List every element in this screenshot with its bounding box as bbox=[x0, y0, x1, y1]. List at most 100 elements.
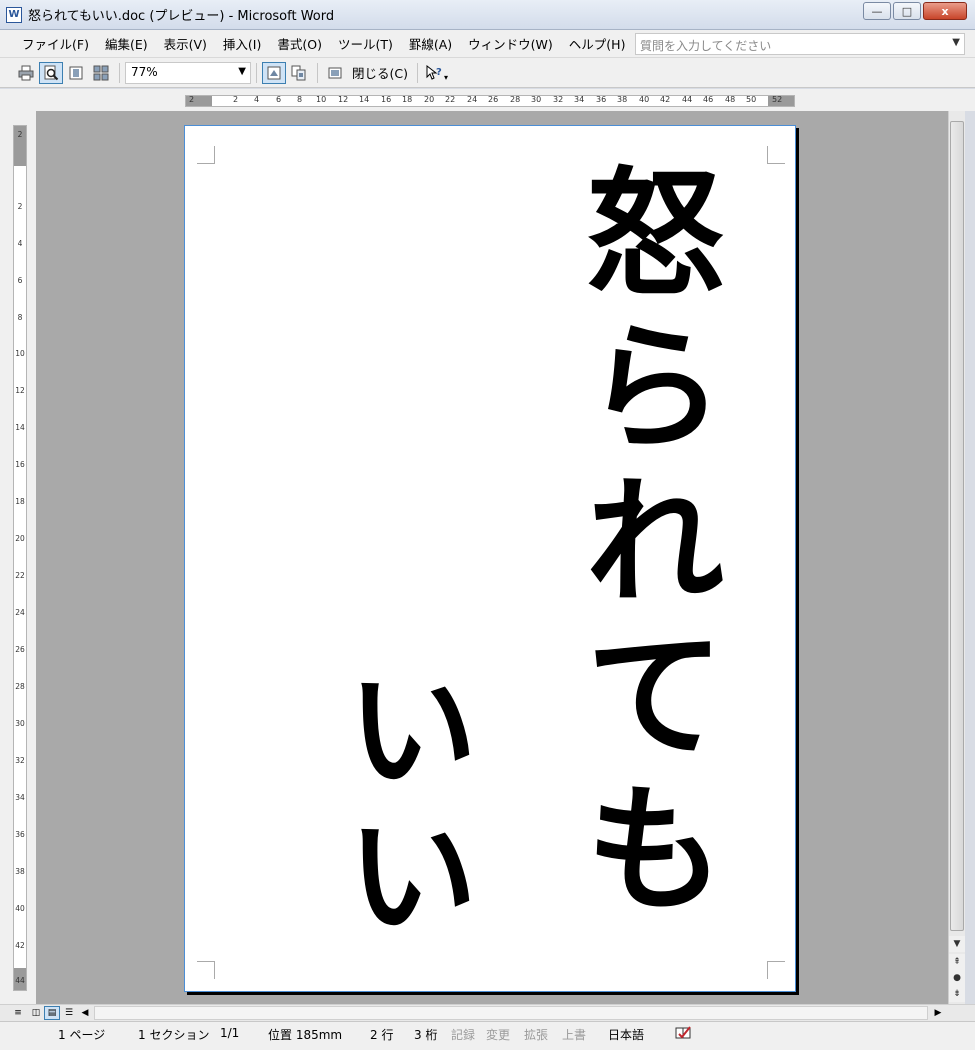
print-button[interactable] bbox=[14, 62, 38, 84]
ruler-tick-label: 14 bbox=[359, 95, 370, 104]
menu-view[interactable]: 表示(V) bbox=[156, 32, 215, 55]
menu-window[interactable]: ウィンドウ(W) bbox=[460, 32, 561, 55]
scroll-right-arrow-icon[interactable]: ▶ bbox=[930, 1006, 946, 1020]
ruler-tick-label: 12 bbox=[15, 386, 25, 395]
horizontal-scroll-track[interactable] bbox=[94, 1006, 928, 1020]
document-char: て bbox=[585, 616, 724, 777]
document-char: 怒 bbox=[585, 154, 724, 315]
vertical-scroll-thumb[interactable] bbox=[950, 121, 964, 931]
ruler-tick-label: 48 bbox=[725, 95, 736, 104]
ruler-tick-label: 40 bbox=[639, 95, 650, 104]
status-track-changes[interactable]: 変更 bbox=[486, 1026, 510, 1043]
title-bar: W 怒られてもいい.doc (プレビュー) - Microsoft Word —… bbox=[0, 0, 975, 30]
next-page-icon[interactable]: ⇟ bbox=[949, 986, 965, 1002]
shrink-to-fit-button[interactable] bbox=[287, 62, 311, 84]
previous-page-icon[interactable]: ⇞ bbox=[949, 954, 965, 970]
document-char: も bbox=[585, 770, 724, 931]
shrink-to-fit-icon bbox=[291, 65, 306, 80]
ruler-tick-label: 20 bbox=[424, 95, 435, 104]
full-screen-icon bbox=[328, 67, 342, 78]
one-page-button[interactable] bbox=[64, 62, 88, 84]
status-extend[interactable]: 拡張 bbox=[524, 1026, 548, 1043]
close-button[interactable]: x bbox=[923, 2, 967, 20]
ruler-tick-label: 32 bbox=[15, 756, 25, 765]
ruler-tick-label: 22 bbox=[15, 571, 25, 580]
ruler-tick-label: 4 bbox=[17, 239, 23, 248]
menu-tools[interactable]: ツール(T) bbox=[330, 32, 401, 55]
zoom-select[interactable]: 77% ▼ bbox=[125, 61, 251, 84]
view-ruler-button[interactable] bbox=[262, 61, 286, 84]
ruler-tick-label: 2 bbox=[17, 202, 23, 211]
ruler-icon bbox=[267, 66, 281, 79]
ruler-tick-label: 34 bbox=[15, 793, 25, 802]
ruler-tick-label: 10 bbox=[15, 349, 25, 358]
menu-help[interactable]: ヘルプ(H) bbox=[561, 32, 634, 55]
status-position: 位置 185mm bbox=[268, 1028, 343, 1042]
ruler-tick-label: 18 bbox=[15, 497, 25, 506]
vertical-scrollbar[interactable]: ▼ ⇞ ● ⇟ bbox=[948, 111, 965, 1004]
book-check-icon bbox=[675, 1026, 691, 1039]
toolbar-separator bbox=[416, 62, 418, 83]
scroll-down-arrow-icon[interactable]: ▼ bbox=[949, 936, 965, 952]
ruler-tick-label: 2 bbox=[233, 95, 239, 104]
ruler-tick-label: 46 bbox=[703, 95, 714, 104]
status-bar: 1 ページ 1 セクション 1/1 位置 185mm 2 行 3 桁 記録 変更… bbox=[0, 1021, 975, 1050]
menu-edit[interactable]: 編集(E) bbox=[97, 32, 156, 55]
word-doc-icon: W bbox=[6, 6, 22, 23]
maximize-button[interactable]: □ bbox=[893, 2, 921, 20]
chevron-down-icon[interactable]: ▼ bbox=[952, 37, 960, 48]
menu-format[interactable]: 書式(O) bbox=[269, 32, 330, 55]
document-page[interactable]: 怒 ら れ て も い い bbox=[184, 125, 796, 992]
help-search-input[interactable]: 質問を入力してください ▼ bbox=[635, 33, 965, 55]
status-overtype[interactable]: 上書 bbox=[562, 1026, 586, 1043]
ruler-tick-label: 42 bbox=[15, 941, 25, 950]
horizontal-ruler[interactable]: 2 2 4 6 8 10 12 14 16 18 20 22 24 26 28 … bbox=[185, 95, 795, 107]
ruler-tick-label: 18 bbox=[402, 95, 413, 104]
outline-view-icon[interactable]: ☰ bbox=[61, 1006, 77, 1020]
ruler-tick-label: 26 bbox=[15, 645, 25, 654]
horizontal-scrollbar[interactable]: ≡ ◫ ▤ ☰ ◀ ▶ bbox=[0, 1004, 975, 1021]
close-preview-button[interactable]: 閉じる(C) bbox=[348, 63, 412, 82]
multiple-pages-button[interactable] bbox=[89, 62, 113, 84]
multiple-pages-icon bbox=[93, 65, 109, 80]
status-page: 1 ページ bbox=[58, 1028, 106, 1042]
help-search-placeholder: 質問を入力してください bbox=[640, 39, 772, 53]
print-layout-view-icon[interactable]: ▤ bbox=[44, 1006, 60, 1020]
magnifier-button[interactable] bbox=[39, 61, 63, 84]
ruler-tick-label: 50 bbox=[746, 95, 757, 104]
print-preview-area[interactable]: 怒 ら れ て も い い bbox=[36, 111, 948, 1004]
menu-insert[interactable]: 挿入(I) bbox=[215, 32, 269, 55]
status-section: 1 セクション bbox=[138, 1028, 210, 1042]
normal-view-icon[interactable]: ≡ bbox=[10, 1006, 26, 1020]
ruler-tick-label: 44 bbox=[15, 976, 25, 985]
ruler-tick-label: 4 bbox=[254, 95, 260, 104]
vertical-text-column-right: 怒 ら れ て も bbox=[580, 166, 730, 936]
ruler-tick-label: 44 bbox=[682, 95, 693, 104]
status-record-macro[interactable]: 記録 bbox=[451, 1026, 475, 1043]
full-screen-button[interactable] bbox=[323, 62, 347, 84]
ruler-tick-label: 6 bbox=[17, 276, 23, 285]
ruler-tick-label: 20 bbox=[15, 534, 25, 543]
crop-mark-top-left bbox=[197, 146, 215, 164]
menu-file[interactable]: ファイル(F) bbox=[14, 32, 97, 55]
chevron-down-icon[interactable]: ▼ bbox=[238, 66, 246, 77]
toolbar-separator bbox=[256, 62, 257, 83]
toolbar-overflow-icon[interactable]: ▾ bbox=[444, 73, 448, 82]
crop-mark-top-right bbox=[767, 146, 785, 164]
ruler-tick-label: 8 bbox=[297, 95, 303, 104]
ruler-tick-label: 14 bbox=[15, 423, 25, 432]
web-layout-view-icon[interactable]: ◫ bbox=[28, 1006, 44, 1020]
ruler-tick-label: 2 bbox=[17, 130, 23, 139]
ruler-tick-label: 34 bbox=[574, 95, 585, 104]
toolbar-separator bbox=[119, 62, 120, 83]
spelling-check-icon[interactable] bbox=[674, 1025, 694, 1044]
menu-table[interactable]: 罫線(A) bbox=[401, 32, 460, 55]
one-page-icon bbox=[69, 66, 83, 79]
ruler-tick-label: 16 bbox=[15, 460, 25, 469]
scroll-left-arrow-icon[interactable]: ◀ bbox=[77, 1006, 93, 1020]
ruler-tick-label: 8 bbox=[17, 313, 23, 322]
vertical-ruler[interactable]: 2 2 4 6 8 10 12 14 16 18 20 22 24 26 28 … bbox=[13, 125, 27, 991]
document-char: い bbox=[347, 801, 478, 953]
browse-object-icon[interactable]: ● bbox=[949, 970, 965, 986]
minimize-button[interactable]: — bbox=[863, 2, 891, 20]
